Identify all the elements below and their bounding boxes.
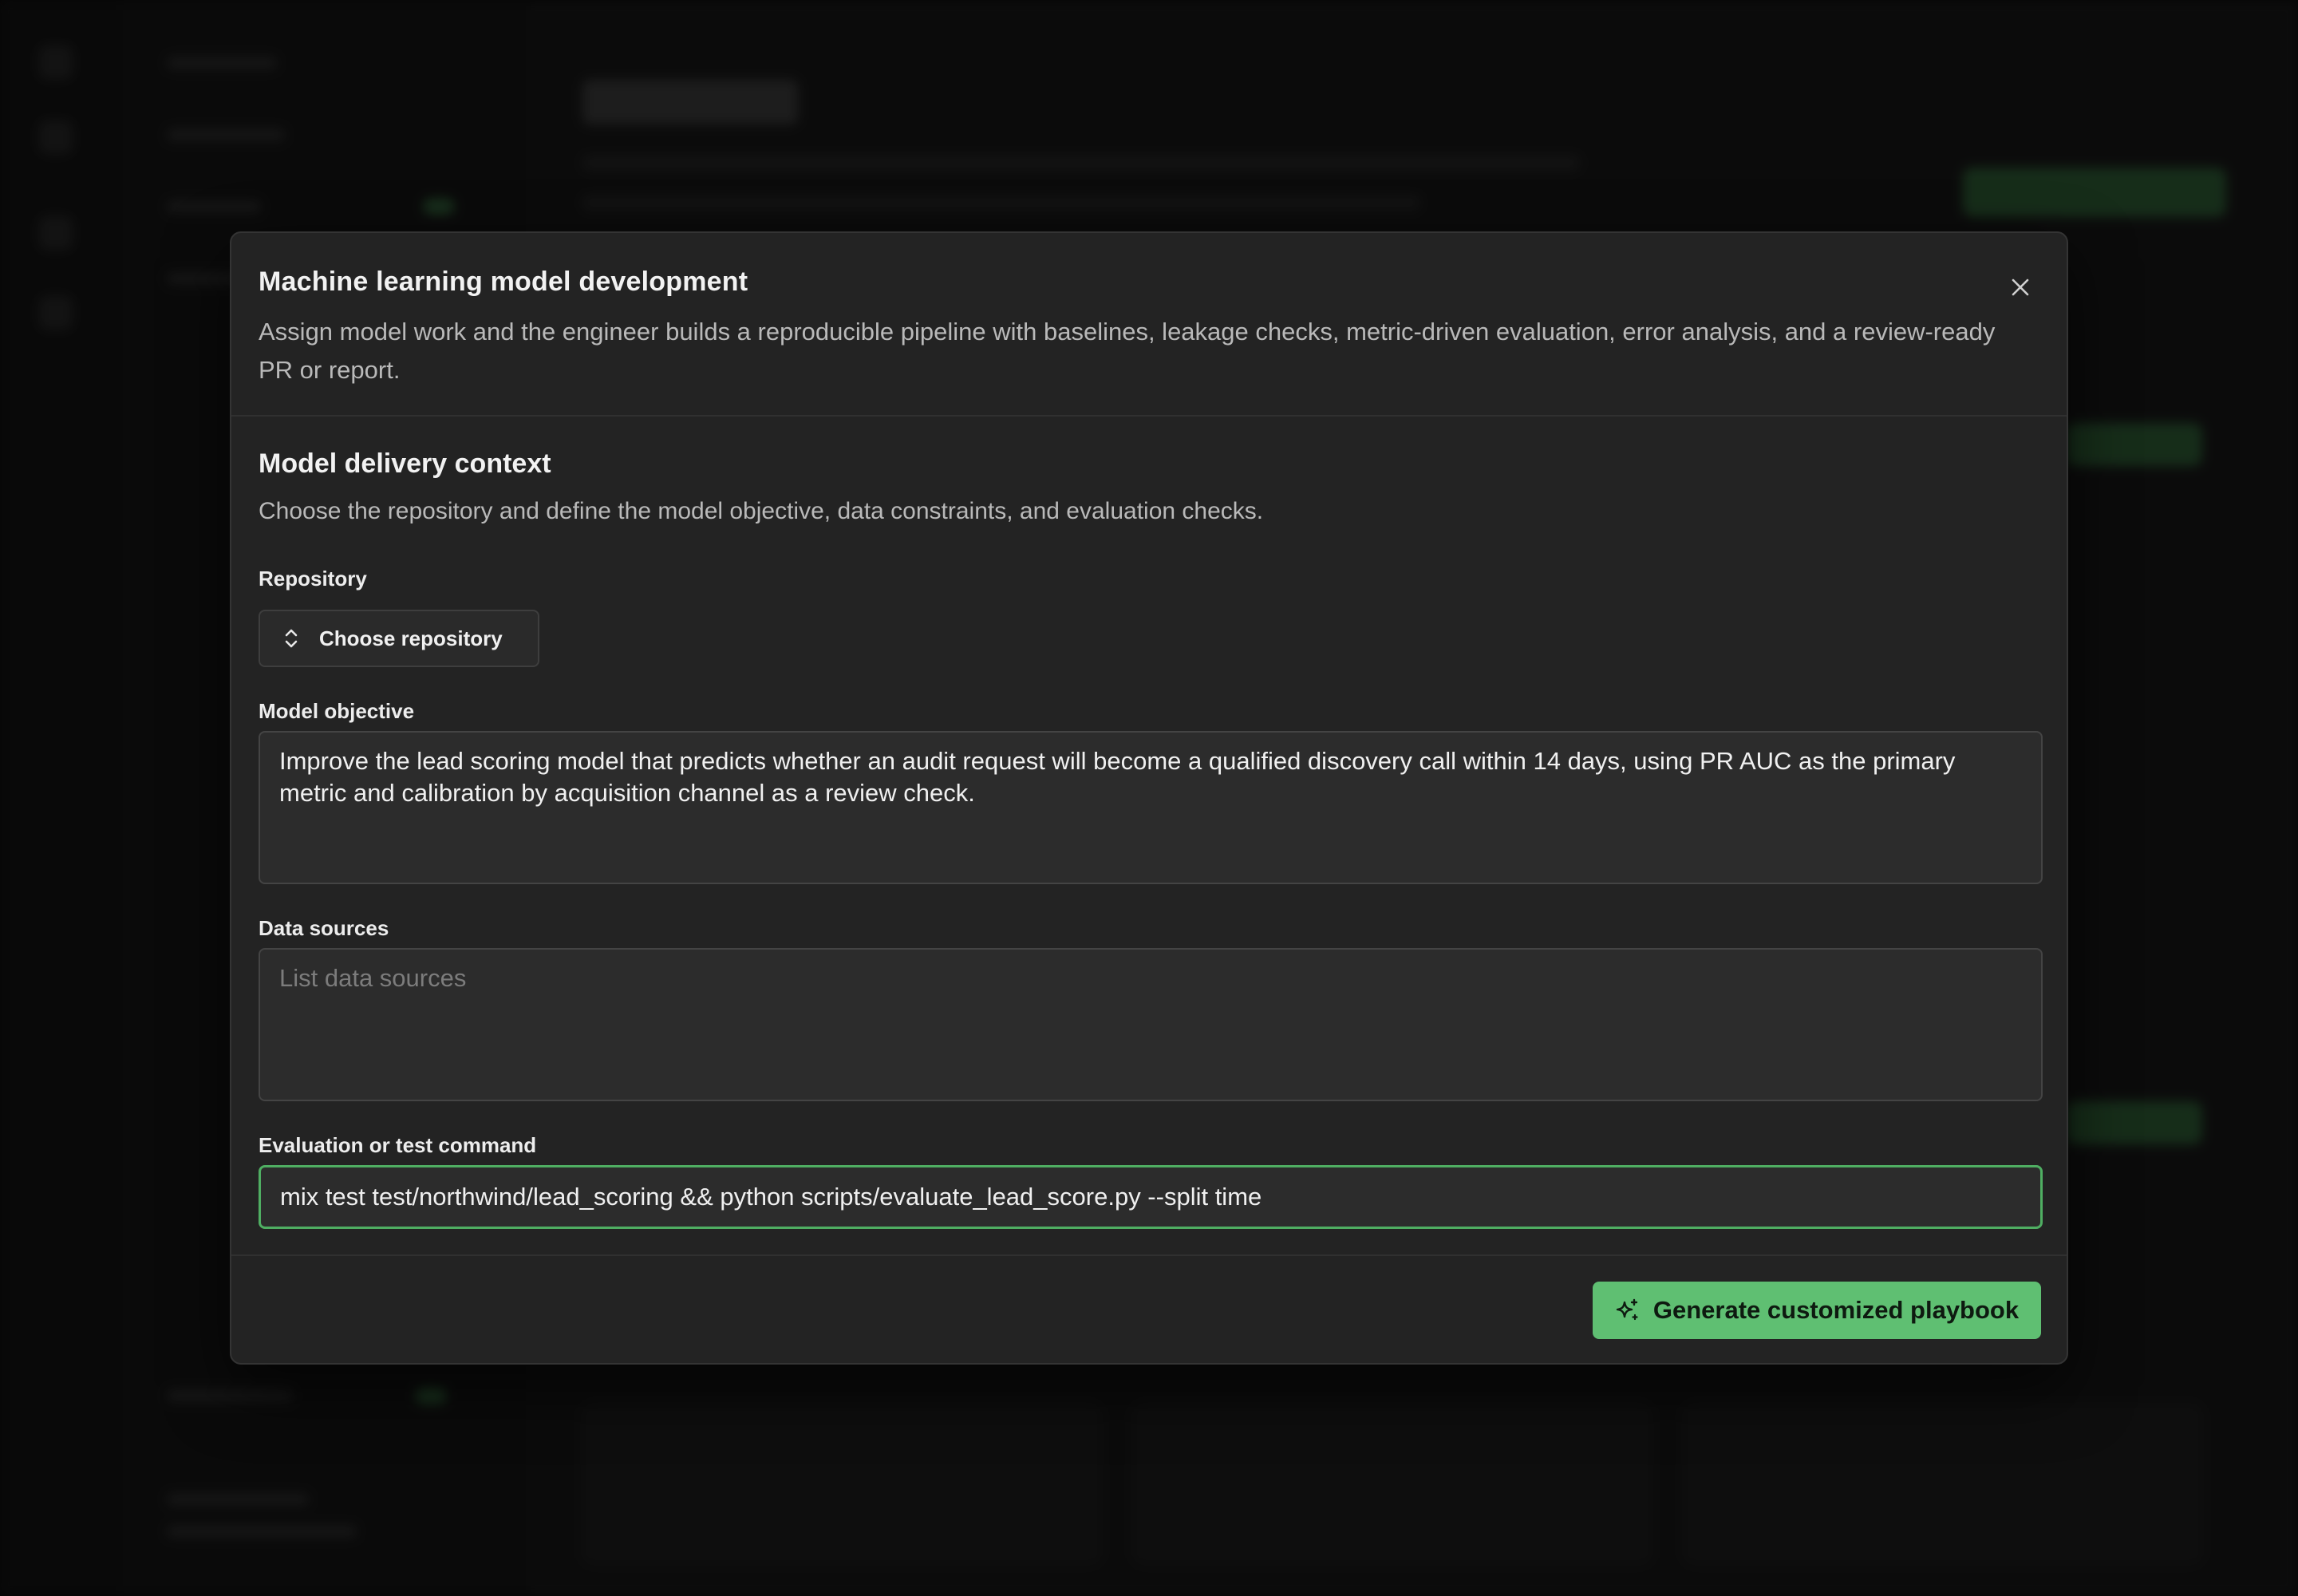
- modal-title: Machine learning model development: [259, 267, 748, 297]
- modal-footer-divider: [231, 1254, 2067, 1256]
- playbook-modal: Machine learning model development Assig…: [230, 231, 2068, 1365]
- close-icon: [2012, 279, 2029, 296]
- data-sources-field[interactable]: [259, 948, 2043, 1101]
- chevron-up-down-icon: [282, 626, 302, 650]
- evaluation-command-label: Evaluation or test command: [259, 1133, 537, 1157]
- model-objective-field[interactable]: Improve the lead scoring model that pred…: [259, 731, 2043, 884]
- generate-playbook-label: Generate customized playbook: [1652, 1296, 2020, 1324]
- section-description: Choose the repository and define the mod…: [259, 498, 1264, 524]
- repository-label: Repository: [259, 567, 367, 591]
- modal-description: Assign model work and the engineer build…: [259, 318, 1996, 384]
- modal-header: Machine learning model development Assig…: [231, 233, 2067, 417]
- model-objective-label: Model objective: [259, 699, 415, 723]
- section-title: Model delivery context: [259, 448, 551, 479]
- choose-repository-button[interactable]: Choose repository: [259, 610, 539, 667]
- evaluation-command-input[interactable]: [259, 1165, 2043, 1229]
- sparkle-icon: [1615, 1298, 1641, 1323]
- data-sources-label: Data sources: [259, 916, 389, 940]
- generate-playbook-button[interactable]: Generate customized playbook: [1593, 1282, 2041, 1339]
- close-button[interactable]: [2004, 271, 2036, 303]
- choose-repository-label: Choose repository: [319, 626, 503, 650]
